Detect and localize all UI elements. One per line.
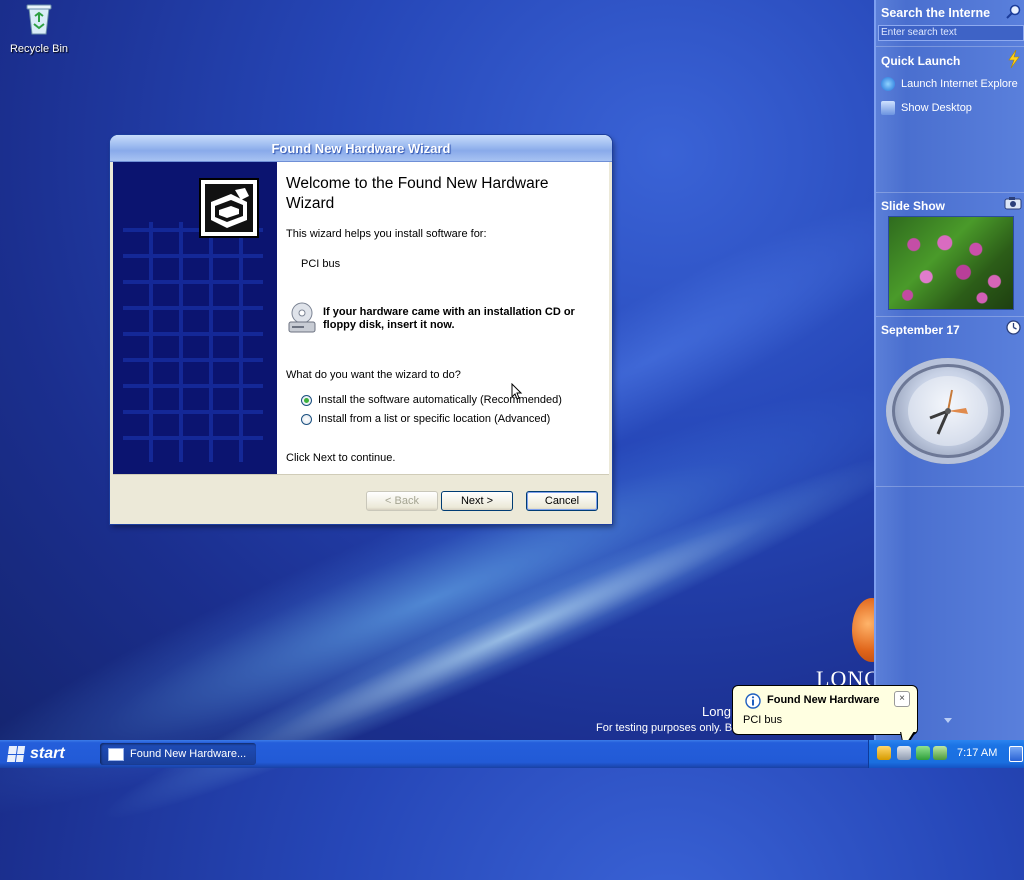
internet-explorer-icon <box>881 77 895 91</box>
device-name: PCI bus <box>301 258 341 270</box>
clock-icon[interactable] <box>1006 320 1021 335</box>
lightning-icon[interactable] <box>1006 50 1022 68</box>
search-icon[interactable] <box>1006 4 1022 20</box>
windows-flag-icon <box>6 746 26 762</box>
start-button[interactable]: start <box>0 740 96 768</box>
search-tile-title: Search the Interne <box>881 6 991 20</box>
wizard-content: Welcome to the Found New Hardware Wizard… <box>286 162 606 474</box>
sidebar: Search the Interne Enter search text Qui… <box>874 0 1024 740</box>
quick-launch-item-label: Show Desktop <box>901 102 972 114</box>
cd-prompt-row: If your hardware came with an installati… <box>286 302 596 336</box>
quick-launch-item-show-desktop[interactable]: Show Desktop <box>881 101 972 115</box>
info-icon <box>745 693 761 709</box>
clock-title: September 17 <box>881 323 960 337</box>
balloon-title: Found New Hardware <box>767 694 880 706</box>
build-watermark-title: Long <box>702 704 731 719</box>
cancel-button[interactable]: Cancel <box>526 491 598 511</box>
radio-button[interactable] <box>301 413 312 425</box>
wizard-body: Welcome to the Found New Hardware Wizard… <box>113 162 609 474</box>
radio-button-selected[interactable] <box>301 394 312 406</box>
wizard-question: What do you want the wizard to do? <box>286 369 461 381</box>
taskbar-button-wizard[interactable]: Found New Hardware... <box>100 743 256 765</box>
start-label: start <box>30 745 65 762</box>
wizard-banner <box>113 162 277 474</box>
quick-launch-title: Quick Launch <box>881 54 961 68</box>
clock-hands-icon <box>929 389 968 435</box>
wizard-intro: This wizard helps you install software f… <box>286 228 487 240</box>
recycle-bin[interactable]: Recycle Bin <box>8 2 70 55</box>
slideshow-title: Slide Show <box>881 199 946 213</box>
camera-icon[interactable] <box>1004 196 1022 210</box>
cd-drive-icon <box>288 302 316 333</box>
back-button[interactable]: < Back <box>366 491 438 511</box>
option-label: Install the software automatically (Reco… <box>318 394 562 406</box>
banner-pattern <box>123 222 263 462</box>
slideshow-image[interactable] <box>888 216 1014 310</box>
quick-launch-item-label: Launch Internet Explore <box>901 78 1018 90</box>
build-watermark-text: For testing purposes only. B <box>596 722 733 734</box>
security-tray-icon[interactable] <box>933 746 947 760</box>
continue-text: Click Next to continue. <box>286 452 396 464</box>
option-label: Install from a list or specific location… <box>318 413 551 425</box>
taskbar-clock[interactable]: 7:17 AM <box>957 747 997 759</box>
hardware-wizard-icon <box>199 178 259 238</box>
window-title[interactable]: Found New Hardware Wizard <box>110 135 612 162</box>
hardware-tray-icon[interactable] <box>877 746 891 760</box>
cd-prompt-text: If your hardware came with an installati… <box>323 306 575 331</box>
show-desktop-icon <box>881 101 895 115</box>
balloon-close-button[interactable]: × <box>894 691 910 707</box>
balloon-text: PCI bus <box>743 714 783 726</box>
recycle-bin-icon <box>26 4 52 35</box>
window-icon <box>108 747 124 761</box>
quick-launch-item-ie[interactable]: Launch Internet Explore <box>881 77 1018 91</box>
speaker-tray-icon[interactable] <box>897 746 911 760</box>
wizard-footer: < Back Next > Cancel <box>113 474 609 523</box>
system-tray: 7:17 AM <box>868 740 1024 768</box>
network-tray-icon[interactable] <box>916 746 930 760</box>
quick-launch-tile: Quick Launch Launch Internet Explore Sho… <box>876 46 1024 193</box>
recycle-bin-label: Recycle Bin <box>9 43 69 55</box>
taskbar-button-label: Found New Hardware... <box>130 748 247 760</box>
analog-clock[interactable] <box>886 358 1010 464</box>
wizard-heading: Welcome to the Found New Hardware Wizard <box>286 175 549 212</box>
found-new-hardware-wizard: Found New Hardware Wizard Welcome to the… <box>110 135 612 524</box>
taskbar: start Found New Hardware... 7:17 AM <box>0 740 1024 768</box>
search-input[interactable]: Enter search text <box>878 25 1024 41</box>
next-button[interactable]: Next > <box>441 491 513 511</box>
notification-balloon[interactable]: Found New Hardware PCI bus × <box>732 685 918 735</box>
option-install-from-list[interactable]: Install from a list or specific location… <box>301 413 550 425</box>
clock-face <box>908 376 988 446</box>
search-tile: Search the Interne Enter search text <box>876 0 1024 47</box>
show-sidebar-button[interactable] <box>1009 746 1023 762</box>
sidebar-scroll-down-icon[interactable] <box>944 718 952 723</box>
mouse-cursor-icon <box>511 383 523 400</box>
